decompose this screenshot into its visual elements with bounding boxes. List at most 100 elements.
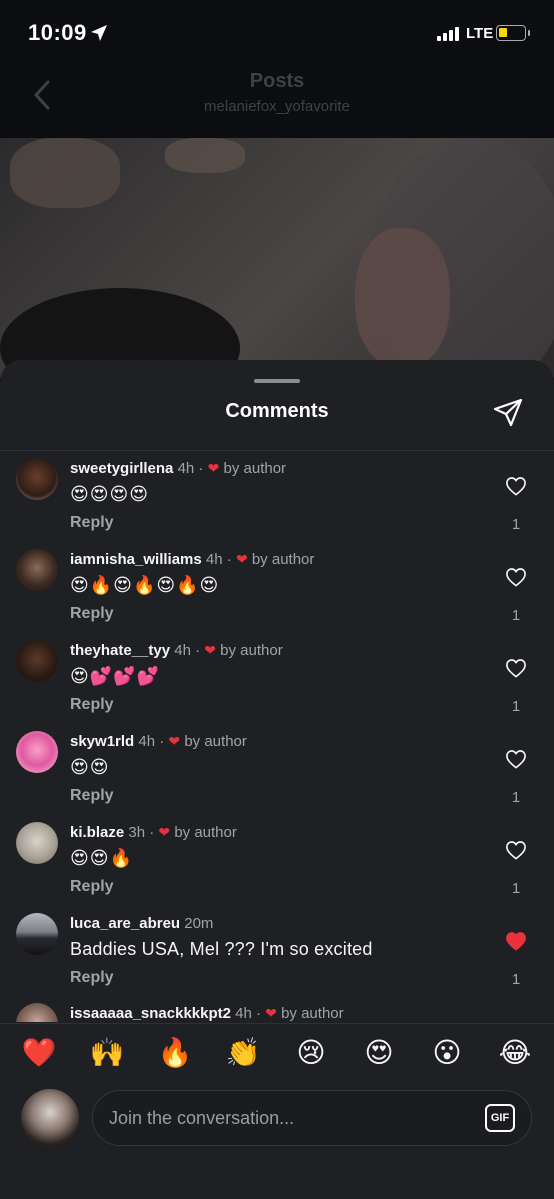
comments-sheet: Comments sweetygirllena 4h · ❤ by author…: [0, 360, 554, 1199]
comment-item: theyhate__tyy 4h · ❤ by author 😍💕💕💕 Repl…: [0, 634, 554, 725]
comment-text: Baddies USA, Mel ??? I'm so excited: [70, 939, 373, 959]
separator-dot: ·: [198, 460, 204, 477]
avatar[interactable]: [16, 913, 58, 955]
heart-outline-icon[interactable]: [505, 840, 527, 865]
page-subtitle: melaniefox_yofavorite: [204, 98, 350, 115]
separator-dot: ·: [256, 1005, 261, 1022]
comment-time: 3h: [128, 824, 146, 841]
comment-item: issaaaaa_snackkkkpt2 4h · ❤ by author: [0, 997, 554, 1022]
comment-username[interactable]: issaaaaa_snackkkkpt2: [70, 1005, 231, 1022]
separator-dot: ·: [226, 551, 232, 568]
comment-time: 4h: [138, 733, 156, 750]
liked-by-author-label: by author: [220, 642, 283, 659]
comment-text: 😍😍: [70, 757, 110, 777]
emoji-fire-button[interactable]: 🔥: [155, 1036, 195, 1070]
avatar[interactable]: [16, 731, 58, 773]
comment-time: 4h: [205, 551, 223, 568]
avatar[interactable]: [16, 458, 58, 500]
comment-username[interactable]: ki.blaze: [70, 824, 124, 841]
post-image: [0, 138, 554, 378]
comments-list: sweetygirllena 4h · ❤ by author 😍😍😍😍 Rep…: [0, 452, 554, 1022]
comment-item: iamnisha_williams 4h · ❤ by author 😍🔥😍🔥😍…: [0, 543, 554, 634]
comment-username[interactable]: luca_are_abreu: [70, 915, 180, 932]
current-user-avatar: [21, 1089, 79, 1147]
avatar[interactable]: [16, 640, 58, 682]
comment-username[interactable]: theyhate__tyy: [70, 642, 170, 659]
comments-title: Comments: [225, 400, 329, 422]
cellular-signal-icon: [437, 27, 459, 41]
heart-outline-icon[interactable]: [505, 567, 527, 592]
liked-by-author-label: by author: [174, 824, 237, 841]
emoji-quick-bar: ❤️ 🙌 🔥 👏 😢 😍 😮 😂: [0, 1023, 554, 1083]
comment-username[interactable]: iamnisha_williams: [70, 551, 202, 568]
comment-meta: issaaaaa_snackkkkpt2 4h · ❤ by author: [70, 1005, 344, 1022]
battery-icon: [496, 25, 526, 41]
comment-text: 😍💕💕💕: [70, 666, 161, 686]
comment-item: sweetygirllena 4h · ❤ by author 😍😍😍😍 Rep…: [0, 452, 554, 543]
heart-icon: ❤: [204, 642, 216, 658]
liked-by-author-label: by author: [223, 460, 287, 477]
emoji-heart-button[interactable]: ❤️: [19, 1036, 59, 1070]
emoji-raised-hands-button[interactable]: 🙌: [87, 1036, 127, 1070]
emoji-clap-button[interactable]: 👏: [223, 1036, 263, 1070]
status-time: 10:09: [28, 20, 87, 45]
heart-icon: ❤: [207, 460, 220, 476]
comment-item: luca_are_abreu 20m Baddies USA, Mel ??? …: [0, 907, 554, 998]
gif-button[interactable]: GIF: [485, 1104, 515, 1132]
like-count: 1: [511, 698, 521, 715]
liked-by-author-label: by author: [281, 1005, 344, 1022]
reply-button[interactable]: Reply: [70, 696, 114, 714]
location-arrow-icon: [90, 24, 108, 47]
status-bar: 10:09 LTE: [0, 0, 554, 60]
comment-input-container[interactable]: GIF: [92, 1090, 532, 1146]
drag-handle[interactable]: [254, 379, 300, 383]
heart-icon: ❤: [265, 1005, 277, 1021]
heart-filled-icon[interactable]: [505, 931, 527, 956]
emoji-cry-button[interactable]: 😢: [291, 1036, 331, 1070]
like-count: 1: [511, 516, 521, 533]
comment-meta: luca_are_abreu 20m: [70, 915, 213, 932]
heart-outline-icon[interactable]: [505, 476, 527, 501]
comment-meta: sweetygirllena 4h · ❤ by author: [70, 460, 286, 477]
comment-text: 😍😍🔥: [70, 848, 133, 868]
heart-outline-icon[interactable]: [505, 658, 527, 683]
send-icon[interactable]: [492, 397, 524, 434]
separator-dot: ·: [195, 642, 201, 659]
avatar[interactable]: [16, 549, 58, 591]
post-header: Posts melaniefox_yofavorite: [0, 60, 554, 138]
liked-by-author-label: by author: [184, 733, 247, 750]
avatar[interactable]: [16, 1003, 58, 1022]
page-title: Posts: [249, 70, 305, 92]
comment-time: 4h: [174, 642, 191, 659]
comment-input[interactable]: [109, 1103, 469, 1133]
comment-username[interactable]: sweetygirllena: [70, 460, 173, 477]
comment-text: 😍😍😍😍: [70, 484, 150, 504]
separator-dot: ·: [159, 733, 165, 750]
heart-icon: ❤: [158, 824, 171, 840]
heart-outline-icon[interactable]: [505, 749, 527, 774]
like-count: 1: [511, 789, 521, 806]
emoji-laughing-button[interactable]: 😂: [495, 1036, 535, 1070]
separator-dot: ·: [149, 824, 155, 841]
avatar[interactable]: [16, 822, 58, 864]
like-count: 1: [511, 607, 521, 624]
like-count: 1: [511, 971, 521, 988]
comment-username[interactable]: skyw1rld: [70, 733, 134, 750]
reply-button[interactable]: Reply: [70, 514, 114, 532]
reply-button[interactable]: Reply: [70, 787, 114, 805]
comment-meta: skyw1rld 4h · ❤ by author: [70, 733, 247, 750]
reply-button[interactable]: Reply: [70, 878, 114, 896]
comment-item: ki.blaze 3h · ❤ by author 😍😍🔥 Reply 1: [0, 816, 554, 907]
comment-time: 20m: [184, 915, 214, 932]
comment-input-row: GIF: [0, 1083, 554, 1199]
comment-item: skyw1rld 4h · ❤ by author 😍😍 Reply 1: [0, 725, 554, 816]
reply-button[interactable]: Reply: [70, 969, 114, 987]
emoji-heart-eyes-button[interactable]: 😍: [359, 1036, 399, 1070]
reply-button[interactable]: Reply: [70, 605, 114, 623]
sheet-divider: [0, 450, 554, 451]
network-label: LTE: [466, 25, 494, 42]
liked-by-author-label: by author: [251, 551, 315, 568]
emoji-surprised-button[interactable]: 😮: [427, 1036, 467, 1070]
comment-meta: ki.blaze 3h · ❤ by author: [70, 824, 237, 841]
comment-meta: theyhate__tyy 4h · ❤ by author: [70, 642, 283, 659]
